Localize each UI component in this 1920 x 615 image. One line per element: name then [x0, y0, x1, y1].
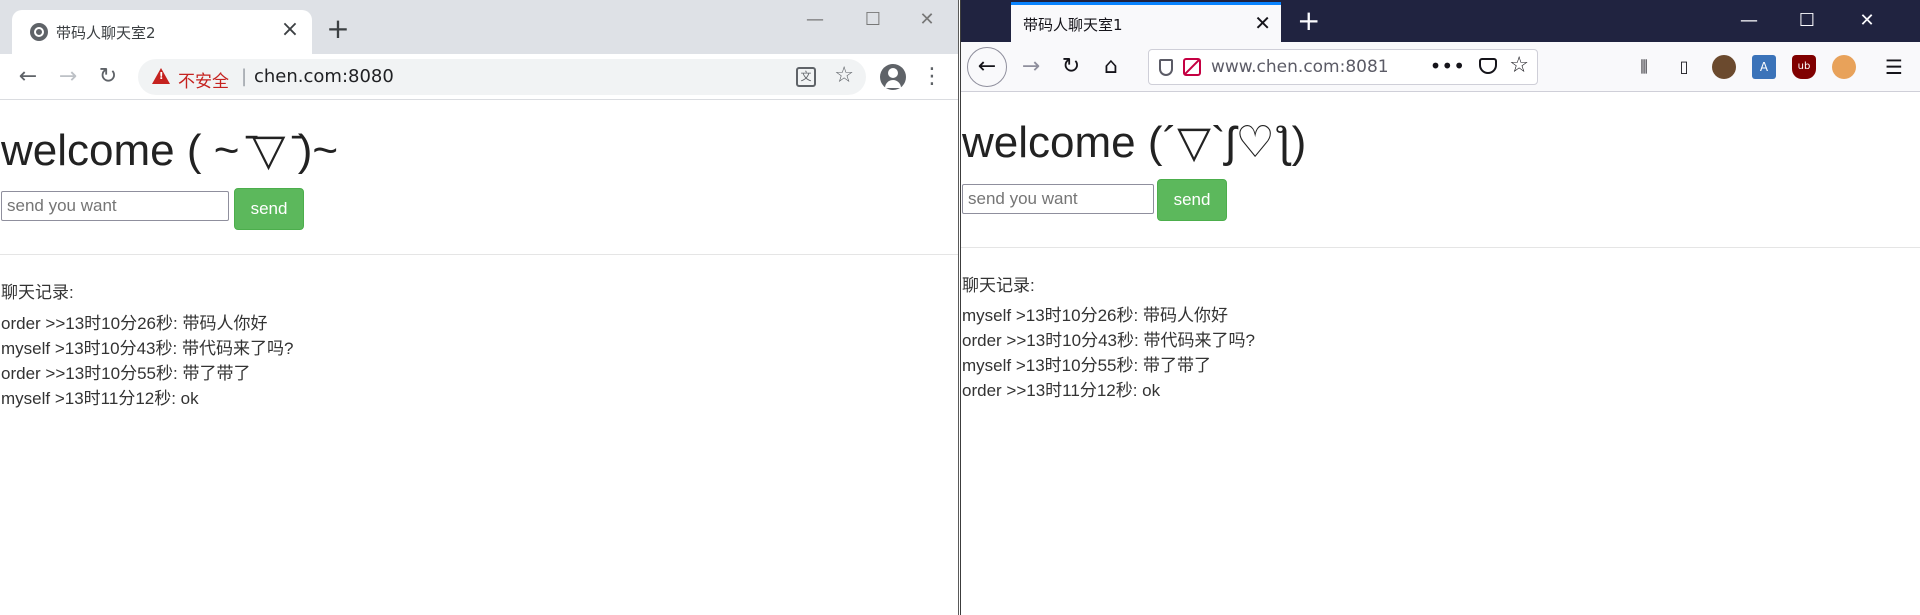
chat-message: order >>13时10分43秒: 带代码来了吗?	[962, 331, 1255, 350]
chrome-page-content: welcome ( ~ ̄▽ ̄)~ send 聊天记录: order >>13…	[0, 101, 958, 615]
back-arrow-icon[interactable]: ←	[967, 47, 1007, 87]
not-secure-label[interactable]: 不安全	[178, 67, 229, 92]
chat-message: order >>13时10分26秒: 带码人你好	[1, 314, 268, 333]
message-input[interactable]	[962, 184, 1154, 214]
chat-message: myself >13时10分26秒: 带码人你好	[962, 306, 1228, 325]
new-tab-button[interactable]: +	[324, 15, 352, 44]
omnibox[interactable]: 不安全 | chen.com:8080 文 ☆	[138, 59, 866, 95]
divider	[0, 254, 958, 255]
minimize-button[interactable]: —	[792, 0, 838, 40]
pocket-icon[interactable]	[1479, 58, 1497, 74]
maximize-button[interactable]: ☐	[850, 0, 896, 40]
hamburger-menu-icon[interactable]: ☰	[1882, 55, 1906, 79]
chat-history-list: order >>13时10分26秒: 带码人你好 myself >13时10分4…	[1, 311, 293, 411]
url-text[interactable]: chen.com:8080	[254, 66, 394, 87]
url-text[interactable]: www.chen.com:8081	[1211, 57, 1389, 77]
close-window-button[interactable]: ✕	[1839, 0, 1895, 42]
chat-history-label: 聊天记录:	[1, 283, 74, 302]
library-icon[interactable]: ⫼	[1632, 55, 1656, 79]
firefox-tab-strip: 带码人聊天室1 ✕ + — ☐ ✕	[961, 0, 1920, 42]
chrome-tab[interactable]: 带码人聊天室2 ×	[12, 10, 312, 54]
extension-icon[interactable]	[1832, 55, 1856, 79]
chat-history-label: 聊天记录:	[962, 276, 1035, 295]
chrome-tab-strip: 带码人聊天室2 × + — ☐ ✕	[0, 0, 958, 54]
omnibox-separator: |	[241, 66, 248, 87]
reload-icon[interactable]: ↻	[1055, 51, 1087, 83]
minimize-button[interactable]: —	[1721, 0, 1777, 42]
send-button[interactable]: send	[1157, 179, 1227, 221]
back-arrow-icon[interactable]: ←	[12, 61, 44, 93]
chat-message: myself >13时10分55秒: 带了带了	[962, 356, 1211, 375]
chat-message: order >>13时11分12秒: ok	[962, 381, 1161, 400]
tracking-shield-icon[interactable]	[1159, 59, 1173, 76]
new-tab-button[interactable]: +	[1297, 6, 1320, 36]
forward-arrow-icon[interactable]: →	[52, 61, 84, 93]
sidebar-icon[interactable]: ▯	[1672, 55, 1696, 79]
globe-icon	[30, 23, 48, 41]
firefox-page-content: welcome (´▽`ʃ♡ƪ) send 聊天记录: myself >13时1…	[961, 93, 1920, 615]
forward-arrow-icon[interactable]: →	[1015, 51, 1047, 83]
chrome-toolbar: ← → ↻ 不安全 | chen.com:8080 文 ☆ ⋮	[0, 54, 958, 100]
chat-message: order >>13时10分55秒: 带了带了	[1, 364, 251, 383]
translate-icon[interactable]: 文	[796, 67, 816, 87]
chrome-tab-title: 带码人聊天室2	[56, 24, 156, 42]
close-tab-icon[interactable]: ×	[278, 18, 302, 42]
firefox-tab-title: 带码人聊天室1	[1023, 16, 1123, 34]
welcome-heading: welcome ( ~ ̄▽ ̄)~	[1, 126, 339, 175]
translate-extension-icon[interactable]: A	[1752, 55, 1776, 79]
close-tab-icon[interactable]: ✕	[1254, 11, 1271, 35]
firefox-tab[interactable]: 带码人聊天室1 ✕	[1011, 2, 1281, 42]
page-actions-icon[interactable]: •••	[1430, 54, 1465, 78]
reload-icon[interactable]: ↻	[92, 61, 124, 93]
kebab-menu-icon[interactable]: ⋮	[920, 64, 944, 92]
insecure-connection-icon[interactable]	[1183, 58, 1201, 76]
bookmark-star-icon[interactable]: ☆	[1509, 53, 1529, 78]
warning-icon[interactable]	[152, 68, 170, 84]
chrome-window: 带码人聊天室2 × + — ☐ ✕ ← → ↻ 不安全 | chen.com:8…	[0, 0, 959, 615]
welcome-heading: welcome (´▽`ʃ♡ƪ)	[962, 118, 1307, 167]
chat-message: myself >13时10分43秒: 带代码来了吗?	[1, 339, 294, 358]
chat-message: myself >13时11分12秒: ok	[1, 389, 199, 408]
firefox-window: 带码人聊天室1 ✕ + — ☐ ✕ ← → ↻ ⌂ www.chen.com:8…	[960, 0, 1920, 615]
send-button[interactable]: send	[234, 188, 304, 230]
bookmark-star-icon[interactable]: ☆	[834, 63, 854, 88]
maximize-button[interactable]: ☐	[1779, 0, 1835, 42]
ublock-origin-icon[interactable]: ub	[1792, 55, 1816, 79]
close-window-button[interactable]: ✕	[904, 0, 950, 40]
home-icon[interactable]: ⌂	[1095, 51, 1127, 83]
profile-extension-icon[interactable]	[1712, 55, 1736, 79]
divider	[961, 247, 1920, 248]
message-input[interactable]	[1, 191, 229, 221]
profile-avatar-icon[interactable]	[880, 64, 906, 90]
chat-history-list: myself >13时10分26秒: 带码人你好 order >>13时10分4…	[962, 303, 1255, 403]
firefox-toolbar: ← → ↻ ⌂ www.chen.com:8081 ••• ☆ ⫼ ▯ A ub…	[961, 42, 1920, 92]
url-bar[interactable]: www.chen.com:8081 ••• ☆	[1148, 49, 1538, 85]
